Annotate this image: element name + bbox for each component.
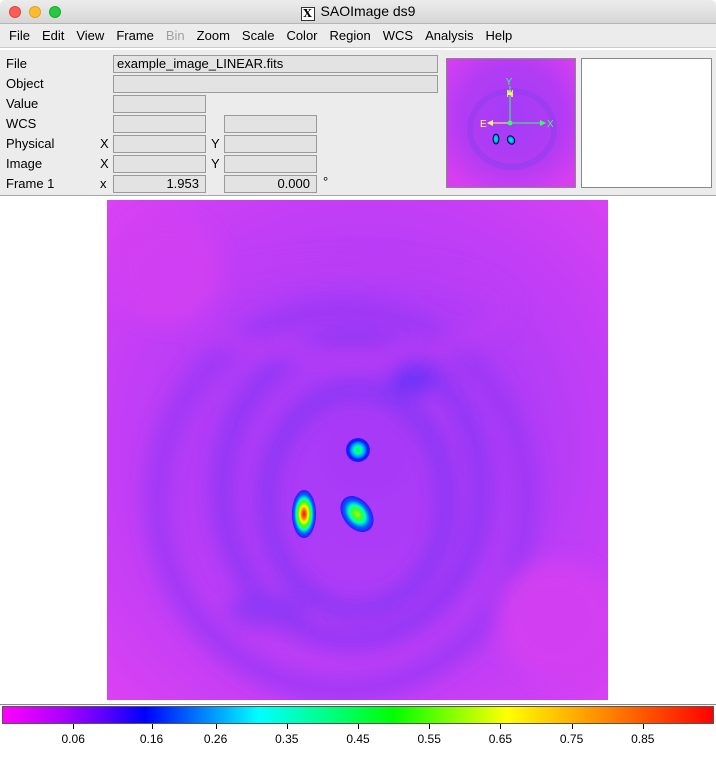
image-x-field <box>113 155 206 173</box>
panner-y-axis-label: Y <box>506 77 513 88</box>
colorbar-tick-label: 0.45 <box>346 732 370 746</box>
window-title-wrap: X SAOImage ds9 <box>0 3 716 21</box>
physical-y-label: Y <box>211 136 220 151</box>
colorbar-tick-label: 0.35 <box>275 732 299 746</box>
physical-label: Physical <box>6 136 55 151</box>
info-panel: File example_image_LINEAR.fits Object Va… <box>0 50 716 196</box>
value-field <box>113 95 206 113</box>
source-blob-left <box>292 490 316 538</box>
colorbar-tick-label: 0.75 <box>559 732 584 746</box>
panner-east-label: E <box>480 119 487 130</box>
wcs-field-1 <box>113 115 206 133</box>
colorbar-tick-label: 0.06 <box>61 732 85 746</box>
wcs-field-2 <box>224 115 317 133</box>
object-label: Object <box>6 76 44 91</box>
object-field <box>113 75 438 93</box>
colorbar-tick <box>286 724 288 729</box>
menu-frame[interactable]: Frame <box>110 28 160 43</box>
colorbar-tick-label: 0.65 <box>488 732 513 746</box>
physical-x-field <box>113 135 206 153</box>
menu-bar: File Edit View Frame Bin Zoom Scale Color Region… <box>0 24 716 48</box>
frame-angle-field: 0.000 <box>224 175 317 193</box>
panner-view[interactable]: Y N E X <box>446 58 576 188</box>
image-y-label: Y <box>211 156 220 171</box>
colorbar-tick <box>571 724 573 729</box>
menu-analysis[interactable]: Analysis <box>419 28 479 43</box>
colorbar-panel: 0.06 0.16 0.26 0.35 0.45 0.55 0.65 0.75 0.85 <box>0 704 716 764</box>
colorbar-tick <box>429 724 431 729</box>
physical-y-field <box>224 135 317 153</box>
colorbar-tick <box>73 724 75 729</box>
panner-x-axis-label: X <box>547 119 554 130</box>
colorbar-tick <box>151 724 153 729</box>
image-label: Image <box>6 156 43 171</box>
fits-image-canvas <box>107 200 608 700</box>
colorbar-tick <box>642 724 644 729</box>
frame-x-label: x <box>100 176 107 191</box>
menu-file[interactable]: File <box>3 28 36 43</box>
menu-zoom[interactable]: Zoom <box>191 28 236 43</box>
frame-angle-unit: ° <box>323 174 329 189</box>
image-y-field <box>224 155 317 173</box>
frame-zoom-field: 1.953 <box>113 175 206 193</box>
colorbar[interactable] <box>2 706 714 724</box>
file-label: File <box>6 56 27 71</box>
menu-scale[interactable]: Scale <box>236 28 281 43</box>
fits-image[interactable] <box>107 200 608 700</box>
menu-help[interactable]: Help <box>479 28 518 43</box>
colorbar-tick-label: 0.26 <box>203 732 228 746</box>
colorbar-tick-label: 0.85 <box>631 732 655 746</box>
x11-app-icon: X <box>300 7 315 21</box>
value-label: Value <box>6 96 39 111</box>
menu-bin: Bin <box>165 28 185 43</box>
colorbar-tick <box>215 724 217 729</box>
window-title: SAOImage ds9 <box>320 3 416 19</box>
colorbar-tick <box>358 724 359 729</box>
colorbar-tick <box>500 724 502 729</box>
menu-color[interactable]: Color <box>280 28 323 43</box>
source-blob-top <box>346 438 370 462</box>
window-titlebar: X SAOImage ds9 <box>0 0 716 24</box>
magnifier-view <box>581 58 712 188</box>
wcs-label: WCS <box>6 116 37 131</box>
colorbar-tick-label: 0.16 <box>139 732 164 746</box>
colorbar-tick-label: 0.55 <box>417 732 441 746</box>
menu-region[interactable]: Region <box>324 28 377 43</box>
frame-label: Frame 1 <box>6 176 55 191</box>
menu-wcs[interactable]: WCS <box>377 28 419 43</box>
panner-thumbnail: Y N E X <box>447 59 575 187</box>
panner-north-label: N <box>506 89 513 100</box>
image-x-label: X <box>100 156 109 171</box>
image-frame[interactable] <box>0 197 716 703</box>
menu-view[interactable]: View <box>70 28 110 43</box>
physical-x-label: X <box>100 136 109 151</box>
menu-edit[interactable]: Edit <box>36 28 70 43</box>
file-name-field: example_image_LINEAR.fits <box>113 55 438 73</box>
